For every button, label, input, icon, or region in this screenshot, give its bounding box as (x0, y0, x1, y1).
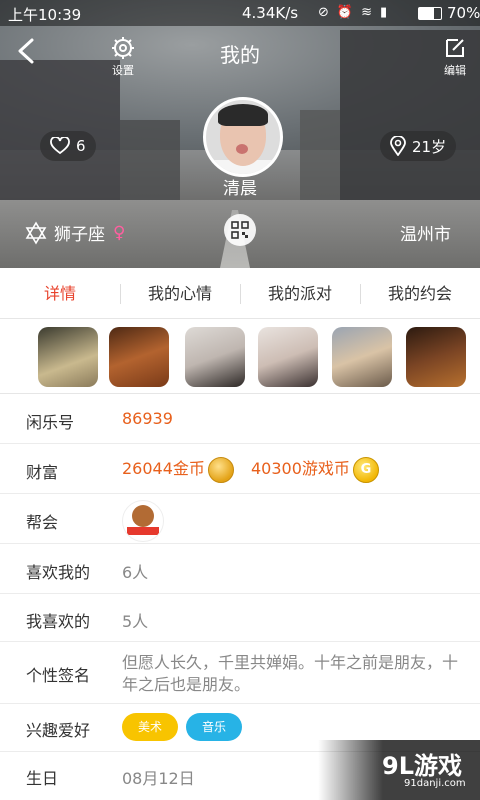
id-value: 86939 (122, 409, 173, 428)
likes-count: 6 (76, 137, 86, 155)
tab-my-mood[interactable]: 我的心情 (120, 270, 240, 318)
monkey-icon (132, 505, 154, 527)
tab-details[interactable]: 详情 (0, 270, 120, 318)
qr-code-icon (231, 221, 249, 239)
tab-my-dates[interactable]: 我的约会 (360, 270, 480, 318)
network-speed: 4.34K/s (242, 4, 299, 22)
qr-code-button[interactable] (224, 214, 256, 246)
battery-percent: 70% (447, 4, 480, 22)
user-name: 清晨 (223, 179, 257, 199)
zodiac-sign: 狮子座 (54, 225, 105, 245)
photo-thumbnail[interactable] (109, 327, 169, 387)
liked-me-value: 6人 (122, 563, 149, 582)
battery-icon (418, 7, 442, 20)
star-of-david-icon (25, 220, 47, 245)
row-i-like[interactable]: 我喜欢的 5人 (0, 594, 480, 642)
female-icon: ♀ (113, 222, 126, 243)
hobby-tag-art: 美术 (122, 713, 179, 741)
guild-badge-banner (127, 527, 159, 535)
row-id: 闲乐号 86939 (0, 394, 480, 444)
game-coins-value: 40300游戏币 (251, 459, 350, 478)
watermark-url: 91danji.com (404, 778, 466, 789)
avatar[interactable] (203, 97, 283, 177)
watermark-brand: 9L游戏 (382, 752, 462, 780)
hobby-tag-music: 音乐 (186, 713, 243, 741)
photo-thumbnail[interactable] (258, 327, 318, 387)
row-guild: 帮会 (0, 494, 480, 544)
photo-thumbnail[interactable] (38, 327, 98, 387)
tab-bar: 详情 我的心情 我的派对 我的约会 (0, 270, 480, 319)
edit-button[interactable]: 编辑 (438, 36, 472, 78)
edit-icon (446, 39, 464, 57)
zodiac-info: 狮子座 ♀ (24, 220, 125, 245)
location-pin-icon (390, 136, 406, 156)
wifi-icon: ≋ (361, 5, 372, 20)
age-badge: 21岁 (380, 131, 457, 161)
gold-coin-icon (207, 456, 234, 483)
row-liked-me[interactable]: 喜欢我的 6人 (0, 544, 480, 594)
i-like-value: 5人 (122, 612, 149, 631)
signature-label: 个性签名 (26, 666, 91, 685)
game-coin-icon (352, 456, 379, 483)
id-label: 闲乐号 (26, 413, 75, 432)
wealth-label: 财富 (26, 463, 59, 482)
heart-icon (50, 137, 70, 155)
photo-thumbnail[interactable] (406, 327, 466, 387)
hobby-tags: 美术 音乐 (122, 713, 250, 741)
top-bar: 设置 我的 编辑 (0, 26, 480, 78)
signal-icon: ▮ (380, 5, 388, 20)
birthday-label: 生日 (26, 769, 59, 788)
mute-icon: ⊘ (318, 5, 329, 20)
guild-badge[interactable] (122, 500, 164, 542)
status-bar: 上午10:39 4.34K/s ⊘ ⏰ ≋ ▮ 70% (0, 0, 480, 26)
status-time: 上午10:39 (8, 6, 82, 24)
row-wealth: 财富 26044金币 40300游戏币 (0, 444, 480, 494)
page-title: 我的 (220, 43, 260, 67)
liked-me-label: 喜欢我的 (26, 563, 91, 582)
status-icons: ⊘ ⏰ ≋ ▮ (318, 5, 387, 20)
site-watermark: 9L游戏 91danji.com (318, 740, 480, 800)
guild-label: 帮会 (26, 513, 59, 532)
likes-count-button[interactable]: 6 (40, 131, 96, 161)
profile-header: 上午10:39 4.34K/s ⊘ ⏰ ≋ ▮ 70% 设置 我的 编辑 6 2… (0, 0, 480, 268)
edit-label: 编辑 (444, 64, 466, 77)
alarm-icon: ⏰ (336, 5, 354, 20)
birthday-value: 08月12日 (122, 769, 195, 788)
gold-coins-value: 26044金币 (122, 459, 205, 478)
i-like-label: 我喜欢的 (26, 612, 91, 631)
tab-my-party[interactable]: 我的派对 (240, 270, 360, 318)
wealth-values: 26044金币 40300游戏币 (122, 455, 379, 483)
city: 温州市 (400, 225, 451, 245)
row-signature: 个性签名 但愿人长久，千里共婵娟。十年之前是朋友，十年之后也是朋友。 (0, 642, 480, 704)
photo-strip (0, 319, 480, 394)
age-value: 21岁 (412, 137, 447, 156)
signature-value: 但愿人长久，千里共婵娟。十年之前是朋友，十年之后也是朋友。 (122, 653, 459, 694)
photo-thumbnail[interactable] (332, 327, 392, 387)
hobbies-label: 兴趣爱好 (26, 721, 91, 740)
photo-thumbnail[interactable] (185, 327, 245, 387)
